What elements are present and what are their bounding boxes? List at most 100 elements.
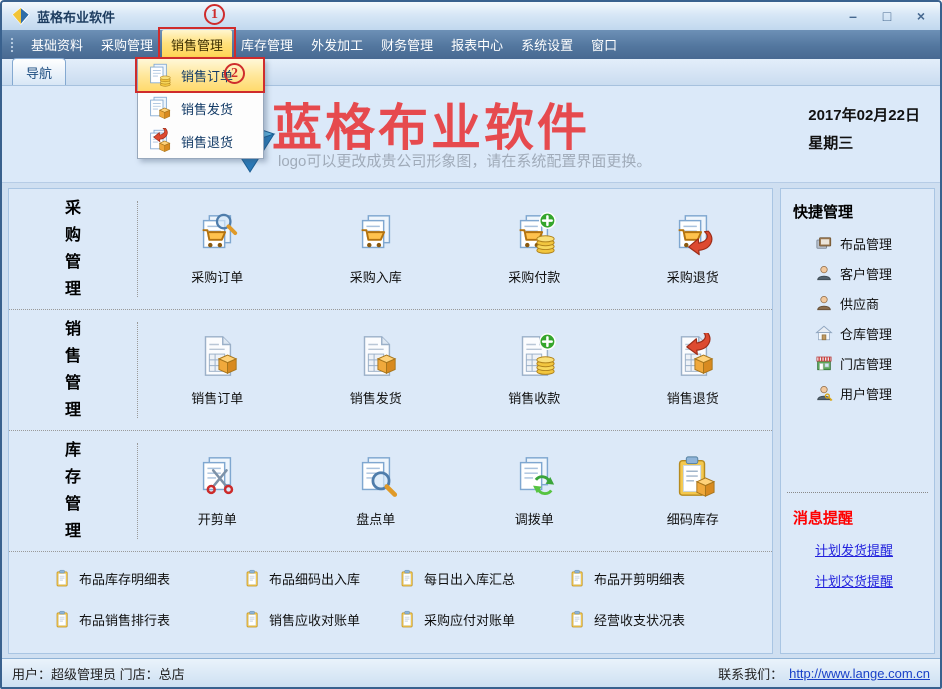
clipboard-box-icon	[670, 454, 716, 500]
dropdown-item-sales-return[interactable]: 销售退货	[138, 125, 263, 158]
group-label-text: 采购管理	[64, 195, 82, 303]
menu-item-basic-data[interactable]: 基础资料	[22, 30, 92, 59]
report-label: 布品库存明细表	[79, 569, 170, 588]
supplier-icon	[815, 294, 833, 312]
grid-item-label: 开剪单	[198, 509, 237, 528]
quick-item-label: 客户管理	[840, 264, 892, 283]
weekday-text: 星期三	[808, 130, 920, 158]
minimize-icon[interactable]: –	[844, 7, 862, 25]
quick-item-customer[interactable]: 客户管理	[815, 258, 934, 288]
report-fabric-sales-ranking[interactable]: 布品销售排行表	[53, 609, 243, 630]
report-label: 每日出入库汇总	[424, 569, 515, 588]
menu-item-finance-management[interactable]: 财务管理	[372, 30, 442, 59]
clipboard-icon	[243, 609, 262, 630]
grid-item-transfer-order[interactable]: 调拨单	[455, 454, 614, 528]
grid-item-sales-return[interactable]: 销售退货	[614, 333, 773, 407]
date-text: 2017年02月22日	[808, 102, 920, 130]
report-label: 布品细码出入库	[269, 569, 360, 588]
quick-item-label: 用户管理	[840, 384, 892, 403]
group-row-sales: 销售管理 销售订单 销售发货 销售收款	[9, 310, 772, 431]
grid-item-cut-order[interactable]: 开剪单	[138, 454, 297, 528]
grid-item-label: 采购订单	[191, 267, 243, 286]
clipboard-icon	[243, 568, 262, 589]
clipboard-icon	[398, 609, 417, 630]
report-fabric-cut-detail[interactable]: 布品开剪明细表	[568, 568, 772, 589]
group-row-inventory: 库存管理 开剪单 盘点单 调拨单	[9, 431, 772, 552]
report-label: 销售应收对账单	[269, 610, 360, 629]
grid-item-label: 销售发货	[350, 388, 402, 407]
papers-cart-magnifier-icon	[194, 212, 240, 258]
grid-item-label: 销售收款	[508, 388, 560, 407]
grid-item-sales-order[interactable]: 销售订单	[138, 333, 297, 407]
tab-navigation[interactable]: 导航	[12, 58, 66, 85]
title-bar: 蓝格布业软件 – □ ×	[2, 2, 940, 30]
quick-item-label: 仓库管理	[840, 324, 892, 343]
quick-item-fabric[interactable]: 布品管理	[815, 228, 934, 258]
grid-item-label: 盘点单	[356, 509, 395, 528]
report-row: 布品库存明细表 布品细码出入库 每日出入库汇总 布品开剪明细表	[53, 568, 772, 589]
menu-item-sales-management[interactable]: 销售管理	[162, 30, 232, 59]
group-label-purchase: 采购管理	[9, 195, 137, 303]
fabric-icon	[815, 234, 833, 252]
doc-box-icon	[145, 95, 172, 122]
grid-item-purchase-order[interactable]: 采购订单	[138, 212, 297, 286]
close-icon[interactable]: ×	[912, 7, 930, 25]
grid-item-label: 销售退货	[667, 388, 719, 407]
dropdown-item-sales-delivery[interactable]: 销售发货	[138, 92, 263, 125]
menu-item-outsourced-processing[interactable]: 外发加工	[302, 30, 372, 59]
report-sales-receivable[interactable]: 销售应收对账单	[243, 609, 398, 630]
grid-item-sales-delivery[interactable]: 销售发货	[297, 333, 456, 407]
menu-item-system-settings[interactable]: 系统设置	[512, 30, 582, 59]
group-items-inventory: 开剪单 盘点单 调拨单 细码库存	[137, 443, 772, 539]
group-label-text: 库存管理	[64, 437, 82, 545]
grid-item-purchase-inbound[interactable]: 采购入库	[297, 212, 456, 286]
grid-item-purchase-payment[interactable]: 采购付款	[455, 212, 614, 286]
doc-box-return-icon	[670, 333, 716, 379]
report-fabric-code-inout[interactable]: 布品细码出入库	[243, 568, 398, 589]
grid-item-label: 采购付款	[508, 267, 560, 286]
quick-item-supplier[interactable]: 供应商	[815, 288, 934, 318]
papers-magnifier-icon	[353, 454, 399, 500]
message-reminder-title: 消息提醒	[793, 507, 934, 528]
quick-item-user[interactable]: 用户管理	[815, 378, 934, 408]
papers-cart-icon	[353, 212, 399, 258]
grid-item-label: 销售订单	[191, 388, 243, 407]
grid-item-detailed-stock[interactable]: 细码库存	[614, 454, 773, 528]
menu-item-report-center[interactable]: 报表中心	[442, 30, 512, 59]
menu-item-inventory-management[interactable]: 库存管理	[232, 30, 302, 59]
report-operating-balance[interactable]: 经营收支状况表	[568, 609, 772, 630]
grid-item-label: 采购入库	[350, 267, 402, 286]
menu-item-window[interactable]: 窗口	[582, 30, 626, 59]
doc-box-icon	[194, 333, 240, 379]
grid-item-purchase-return[interactable]: 采购退货	[614, 212, 773, 286]
papers-recycle-icon	[511, 454, 557, 500]
maximize-icon[interactable]: □	[878, 7, 896, 25]
link-plan-delivery-reminder[interactable]: 计划发货提醒	[815, 540, 934, 559]
dropdown-item-label: 销售发货	[181, 99, 233, 118]
menu-item-purchase-management[interactable]: 采购管理	[92, 30, 162, 59]
quick-list: 布品管理 客户管理 供应商 仓库管理 门店管理 用户管理	[815, 228, 934, 408]
contact-label: 联系我们：	[718, 664, 783, 683]
grid-item-label: 调拨单	[515, 509, 554, 528]
user-key-icon	[815, 384, 833, 402]
window-title: 蓝格布业软件	[37, 7, 115, 26]
report-daily-inout-summary[interactable]: 每日出入库汇总	[398, 568, 568, 589]
grid-item-sales-receipt[interactable]: 销售收款	[455, 333, 614, 407]
menu-bar: 基础资料 采购管理 销售管理 库存管理 外发加工 财务管理 报表中心 系统设置 …	[2, 30, 940, 59]
quick-item-warehouse[interactable]: 仓库管理	[815, 318, 934, 348]
quick-item-label: 布品管理	[840, 234, 892, 253]
doc-box-icon	[353, 333, 399, 379]
clipboard-icon	[53, 609, 72, 630]
group-label-inventory: 库存管理	[9, 437, 137, 545]
warehouse-icon	[815, 324, 833, 342]
papers-scissors-icon	[194, 454, 240, 500]
link-plan-handover-reminder[interactable]: 计划交货提醒	[815, 571, 934, 590]
grid-item-stocktake-order[interactable]: 盘点单	[297, 454, 456, 528]
report-fabric-stock-detail[interactable]: 布品库存明细表	[53, 568, 243, 589]
contact-url-link[interactable]: http://www.lange.com.cn	[789, 666, 930, 681]
message-links: 计划发货提醒 计划交货提醒	[815, 540, 934, 590]
status-bar: 用户：超级管理员 门店：总店 联系我们： http://www.lange.co…	[2, 658, 940, 687]
report-label: 布品销售排行表	[79, 610, 170, 629]
quick-item-store[interactable]: 门店管理	[815, 348, 934, 378]
report-purchase-payable[interactable]: 采购应付对账单	[398, 609, 568, 630]
